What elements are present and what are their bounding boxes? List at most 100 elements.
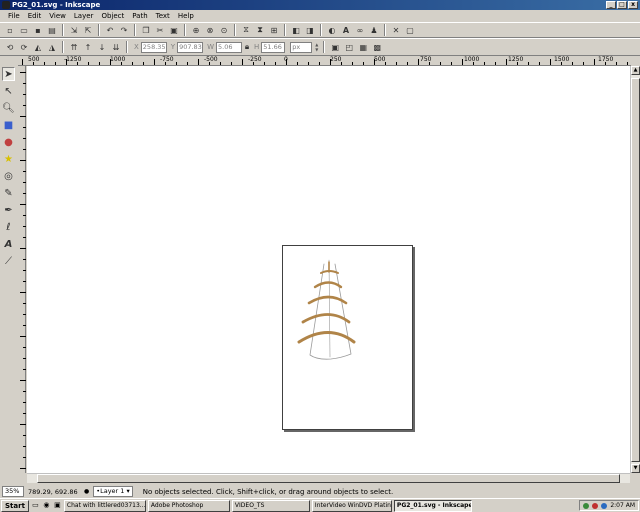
browser-icon[interactable]: ◉ (42, 501, 51, 510)
ruler-tick (605, 62, 606, 65)
start-button[interactable]: Start (1, 499, 29, 512)
preferences-icon[interactable]: ✕ (390, 24, 402, 36)
scale-corners-icon[interactable]: ◰ (343, 41, 355, 53)
units-select[interactable]: px (290, 41, 313, 53)
close-button[interactable]: x (628, 1, 638, 9)
units-spin-icon[interactable]: ▲ ▼ (314, 42, 319, 53)
spiral-tool-icon[interactable]: ◎ (2, 169, 15, 183)
duplicate-icon[interactable]: ⧖ (240, 24, 252, 36)
show-desktop-icon[interactable]: ▭ (31, 501, 40, 510)
tray-network-icon[interactable] (583, 502, 590, 509)
menu-text[interactable]: Text (152, 10, 174, 22)
zoom-tool-icon[interactable]: 🔍︎ (2, 101, 15, 115)
menu-help[interactable]: Help (174, 10, 198, 22)
xml-editor-icon[interactable]: ∞ (354, 24, 366, 36)
undo-icon[interactable]: ↶ (104, 24, 116, 36)
taskbar-task-chat[interactable]: Chat with littlered03713... (63, 499, 146, 512)
toolbar-separator (320, 24, 322, 36)
dropper-tool-icon[interactable]: ⟋ (2, 254, 15, 268)
ruler-tick (198, 59, 199, 65)
selector-tool-icon[interactable]: ➤ (2, 67, 15, 81)
drawing-canvas[interactable] (27, 66, 630, 473)
transform-gradients-icon[interactable]: ▦ (357, 41, 369, 53)
menu-layer[interactable]: Layer (70, 10, 98, 22)
minimize-button[interactable]: _ (606, 1, 616, 9)
taskbar-task-windvd[interactable]: InterVideo WinDVD Platinum (311, 499, 392, 512)
redo-icon[interactable]: ↷ (118, 24, 130, 36)
menu-object[interactable]: Object (97, 10, 128, 22)
menu-path[interactable]: Path (128, 10, 151, 22)
maximize-button[interactable]: □ (617, 1, 627, 9)
new-icon[interactable]: ▫ (4, 24, 16, 36)
horizontal-scroll-thumb[interactable] (37, 474, 620, 483)
vertical-scrollbar[interactable]: ▲ ▼ (630, 66, 640, 473)
transform-patterns-icon[interactable]: ▩ (371, 41, 383, 53)
print-icon[interactable]: ▤ (46, 24, 58, 36)
scale-stroke-icon[interactable]: ▣ (329, 41, 341, 53)
flip-horizontal-icon[interactable]: ◭ (32, 41, 44, 53)
layer-lock-icon[interactable]: ● (84, 488, 89, 495)
pagoda-drawing[interactable] (283, 246, 414, 431)
ellipse-tool-icon[interactable]: ● (2, 135, 15, 149)
width-input[interactable]: 5.06 (216, 41, 242, 53)
export-icon[interactable]: ⇱ (82, 24, 94, 36)
clone-icon[interactable]: ⧗ (254, 24, 266, 36)
taskbar-task-photoshop[interactable]: Adobe Photoshop (147, 499, 230, 512)
lower-icon[interactable]: ↓ (96, 41, 108, 53)
scroll-up-arrow-icon[interactable]: ▲ (631, 66, 640, 75)
star-tool-icon[interactable]: ★ (2, 152, 15, 166)
open-icon[interactable]: ▭ (18, 24, 30, 36)
layer-selector[interactable]: •Layer 1 ▾ (93, 486, 133, 497)
toolbar-separator (184, 24, 186, 36)
ruler-tick (23, 314, 26, 315)
paste-icon[interactable]: ▣ (168, 24, 180, 36)
tray-messenger-icon[interactable] (601, 502, 608, 509)
vertical-scroll-thumb[interactable] (631, 78, 640, 462)
tray-app-icon[interactable] (592, 502, 599, 509)
ungroup-icon[interactable]: ◨ (304, 24, 316, 36)
cut-icon[interactable]: ✂ (154, 24, 166, 36)
raise-to-top-icon[interactable]: ⇈ (68, 41, 80, 53)
unlink-clone-icon[interactable]: ⊞ (268, 24, 280, 36)
pencil-tool-icon[interactable]: ✎ (2, 186, 15, 200)
rotate-ccw-icon[interactable]: ⟲ (4, 41, 16, 53)
ruler-tick (66, 59, 67, 65)
x-input[interactable]: 258.35 (140, 41, 167, 53)
lower-to-bottom-icon[interactable]: ⇊ (110, 41, 122, 53)
scroll-down-arrow-icon[interactable]: ▼ (631, 464, 640, 473)
ruler-tick (23, 259, 26, 260)
taskbar-task-video-ts[interactable]: VIDEO_TS (231, 499, 310, 512)
raise-icon[interactable]: ↑ (82, 41, 94, 53)
zoom-page-icon[interactable]: ⊙ (218, 24, 230, 36)
node-tool-icon[interactable]: ↖ (2, 84, 15, 98)
save-icon[interactable]: ▪ (32, 24, 44, 36)
menu-edit[interactable]: Edit (24, 10, 46, 22)
inkscape-app-icon[interactable] (2, 1, 10, 9)
menu-file[interactable]: File (4, 10, 24, 22)
zoom-selection-icon[interactable]: ⊕ (190, 24, 202, 36)
horizontal-scrollbar[interactable] (27, 473, 630, 483)
rectangle-tool-icon[interactable]: ■ (2, 118, 15, 132)
calligraphy-tool-icon[interactable]: ℓ (2, 220, 15, 234)
zoom-field[interactable]: 35% (2, 486, 24, 497)
rotate-cw-icon[interactable]: ⟳ (18, 41, 30, 53)
text-tool-icon[interactable]: A (2, 237, 15, 251)
y-input[interactable]: 907.83 (177, 41, 204, 53)
group-icon[interactable]: ◧ (290, 24, 302, 36)
pen-tool-icon[interactable]: ✒ (2, 203, 15, 217)
lock-icon[interactable]: 🔒︎ (244, 41, 250, 53)
taskbar-task-inkscape[interactable]: PG2_01.svg - Inkscape (393, 499, 472, 512)
fill-stroke-icon[interactable]: ◐ (326, 24, 338, 36)
window-title: PG2_01.svg - Inkscape (12, 1, 101, 9)
status-bar: 35% 789.29, 692.86 ● •Layer 1 ▾ No objec… (0, 485, 640, 498)
import-icon[interactable]: ⇲ (68, 24, 80, 36)
text-font-icon[interactable]: A (340, 24, 352, 36)
media-icon[interactable]: ▣ (53, 501, 62, 510)
align-icon[interactable]: ♟ (368, 24, 380, 36)
height-input[interactable]: 51.66 (261, 41, 286, 53)
flip-vertical-icon[interactable]: ◮ (46, 41, 58, 53)
document-properties-icon[interactable]: ▢ (404, 24, 416, 36)
menu-view[interactable]: View (45, 10, 70, 22)
copy-icon[interactable]: ❐ (140, 24, 152, 36)
zoom-drawing-icon[interactable]: ⊗ (204, 24, 216, 36)
